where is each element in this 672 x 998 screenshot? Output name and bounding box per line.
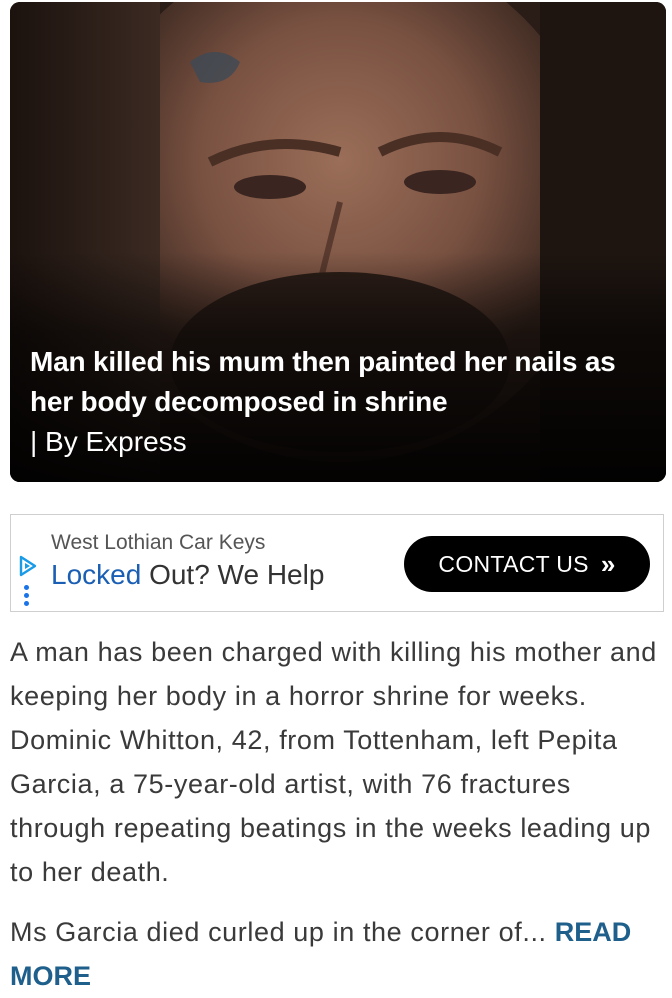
article-body: A man has been charged with killing his … (10, 630, 660, 998)
article-teaser-text: Ms Garcia died curled up in the corner o… (10, 917, 547, 947)
ad-headline-rest: Out? We Help (141, 559, 325, 590)
adchoices-icon[interactable] (17, 555, 39, 577)
article-paragraph-teaser: Ms Garcia died curled up in the corner o… (10, 910, 660, 998)
hero-source-label: | By Express (30, 426, 187, 457)
sponsored-ad-banner[interactable]: West Lothian Car Keys Locked Out? We Hel… (10, 514, 664, 612)
article-paragraph: A man has been charged with killing his … (10, 637, 657, 887)
hero-caption: Man killed his mum then painted her nail… (30, 342, 642, 462)
ad-headline-keyword: Locked (51, 559, 142, 590)
ad-headline[interactable]: Locked Out? We Help (51, 559, 324, 591)
hero-headline[interactable]: Man killed his mum then painted her nail… (30, 342, 642, 422)
hero-story-card[interactable]: Man killed his mum then painted her nail… (10, 2, 666, 482)
news-page: Man killed his mum then painted her nail… (0, 0, 672, 998)
contact-us-label: CONTACT US (438, 550, 589, 577)
vertical-dots-icon[interactable] (24, 585, 30, 609)
ad-advertiser-name: West Lothian Car Keys (51, 531, 266, 554)
double-chevron-right-icon: » (600, 549, 616, 579)
contact-us-button[interactable]: CONTACT US » (404, 536, 650, 592)
